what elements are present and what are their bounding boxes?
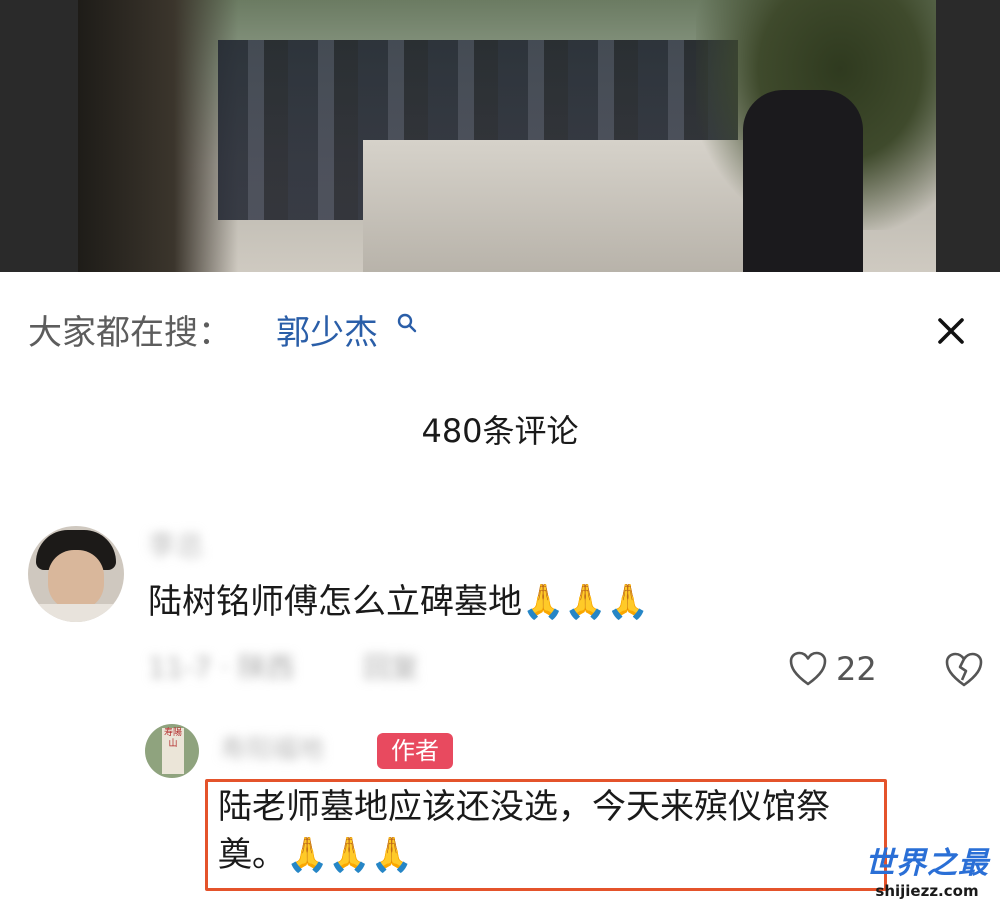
- video-frame[interactable]: [0, 0, 1000, 272]
- search-suggestion-label: 大家都在搜：: [28, 313, 232, 353]
- author-avatar-stone: 寿陽山: [162, 728, 184, 774]
- heart-icon[interactable]: [788, 650, 828, 688]
- author-avatar[interactable]: 寿陽山: [145, 724, 199, 778]
- watermark-url: shijiezz.com: [875, 882, 979, 900]
- author-badge: 作者: [377, 733, 453, 769]
- close-icon[interactable]: [934, 314, 968, 348]
- watermark-title: 世界之最: [865, 846, 989, 881]
- reply-button[interactable]: 回复: [363, 651, 419, 684]
- photo-person: [743, 90, 863, 272]
- comment-date-location: 11-7 · 陕西: [148, 651, 295, 684]
- search-suggestion-term[interactable]: 郭少杰: [276, 308, 378, 358]
- avatar-face: [48, 550, 104, 610]
- comment-username[interactable]: 李总: [148, 528, 204, 564]
- comment-text: 陆树铭师傅怎么立碑墓地🙏🙏🙏: [148, 582, 650, 622]
- video-image: [78, 0, 936, 272]
- avatar[interactable]: [28, 526, 124, 622]
- photo-tree: [78, 0, 238, 272]
- author-username[interactable]: 寿阳福地: [220, 732, 324, 768]
- like-count: 22: [836, 650, 877, 688]
- author-reply-text: 陆老师墓地应该还没选，今天来殡仪馆祭奠。🙏🙏🙏: [218, 787, 830, 875]
- comment-meta: 11-7 · 陕西 回复: [148, 648, 419, 688]
- search-icon[interactable]: [396, 312, 418, 334]
- broken-heart-icon[interactable]: [944, 650, 984, 690]
- comment-count-title: 480条评论: [421, 412, 579, 450]
- watermark: 世界之最 shijiezz.com: [862, 846, 992, 900]
- avatar-shirt: [28, 604, 124, 622]
- search-suggestion-row: 大家都在搜： 郭少杰: [28, 308, 972, 358]
